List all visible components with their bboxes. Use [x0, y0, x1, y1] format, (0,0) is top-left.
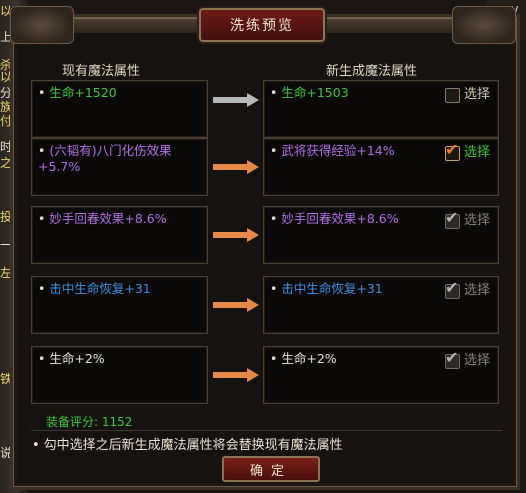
left-ornament-icon	[10, 6, 74, 44]
select-checkbox-group[interactable]: ✔ 选择	[444, 141, 490, 161]
select-checkbox: ✔	[444, 349, 460, 369]
equipment-score-label: 装备评分:	[46, 415, 99, 429]
current-attribute-panel: • 妙手回春效果+8.6%	[31, 206, 208, 264]
select-checkbox-group: ✔ 选择	[444, 209, 490, 229]
title-plate: 洗练预览	[199, 8, 325, 42]
select-label: 选择	[463, 213, 490, 228]
confirm-button[interactable]: 确定	[222, 456, 320, 482]
new-attribute-panel: • 生命+1503 选择	[263, 80, 499, 138]
current-attribute-panel: • 击中生命恢复+31	[31, 276, 208, 334]
current-attribute-panel: • 生命+2%	[31, 346, 208, 404]
replace-arrow-icon	[213, 160, 259, 174]
current-attribute-panel: • (六韬有)八门化伤效果+5.7%	[31, 138, 208, 196]
new-attribute-panel: • 武将获得经验+14% ✔ 选择	[263, 138, 499, 196]
replace-arrow-icon	[213, 298, 259, 312]
new-attribute-panel: • 击中生命恢复+31 ✔ 选择	[263, 276, 499, 334]
new-attribute-text: 武将获得经验+14%	[281, 143, 395, 158]
replace-arrow-icon	[213, 228, 259, 242]
current-attribute-text: 击中生命恢复+31	[49, 281, 151, 296]
replace-arrow-icon	[213, 368, 259, 382]
select-label: 选择	[463, 283, 490, 298]
new-attribute-panel: • 妙手回春效果+8.6% ✔ 选择	[263, 206, 499, 264]
select-checkbox[interactable]: ✔	[444, 141, 460, 161]
new-attribute-text: 生命+1503	[281, 85, 349, 100]
select-checkbox-group: ✔ 选择	[444, 349, 490, 369]
dialog-title: 洗练预览	[230, 18, 294, 34]
replace-arrow-icon	[213, 93, 259, 107]
right-ornament-icon	[452, 6, 516, 44]
new-attributes-header: 新生成魔法属性	[326, 64, 418, 79]
new-attribute-text: 击中生命恢复+31	[281, 281, 383, 296]
bullet: •	[38, 351, 46, 366]
current-attributes-header: 现有魔法属性	[62, 64, 141, 79]
equipment-score-value: 1152	[101, 415, 133, 429]
select-checkbox: ✔	[444, 209, 460, 229]
bullet: •	[38, 85, 46, 100]
bullet: •	[270, 85, 278, 100]
select-label: 选择	[463, 87, 490, 102]
select-checkbox[interactable]	[444, 87, 460, 103]
replace-note: • 勾中选择之后新生成魔法属性将会替换现有魔法属性	[32, 434, 343, 453]
replace-note-text: 勾中选择之后新生成魔法属性将会替换现有魔法属性	[43, 438, 343, 453]
select-label: 选择	[463, 353, 490, 368]
bullet: •	[270, 143, 278, 158]
equipment-score: 装备评分: 1152	[46, 413, 132, 430]
select-label: 选择	[463, 145, 490, 160]
dialog-title-bar: 洗练预览	[0, 0, 526, 46]
select-checkbox-group: ✔ 选择	[444, 279, 490, 299]
new-attribute-panel: • 生命+2% ✔ 选择	[263, 346, 499, 404]
current-attribute-text: 生命+1520	[49, 85, 117, 100]
checkmark-icon: ✔	[444, 347, 459, 367]
bullet: •	[38, 211, 46, 226]
checkmark-icon: ✔	[444, 207, 459, 227]
divider	[31, 430, 502, 431]
new-attribute-text: 生命+2%	[281, 351, 337, 366]
new-attribute-text: 妙手回春效果+8.6%	[281, 211, 399, 226]
checkmark-icon: ✔	[444, 139, 459, 159]
current-attribute-text: 妙手回春效果+8.6%	[49, 211, 167, 226]
current-attribute-panel: • 生命+1520	[31, 80, 208, 138]
bullet: •	[270, 211, 278, 226]
bullet: •	[38, 281, 46, 296]
select-checkbox: ✔	[444, 279, 460, 299]
note-bullet: •	[32, 438, 40, 453]
select-checkbox-group[interactable]: 选择	[444, 87, 490, 103]
checkmark-icon: ✔	[444, 277, 459, 297]
bullet: •	[270, 351, 278, 366]
current-attribute-text: 生命+2%	[49, 351, 105, 366]
current-attribute-text: (六韬有)八门化伤效果+5.7%	[38, 143, 172, 174]
bullet: •	[38, 143, 46, 158]
bullet: •	[270, 281, 278, 296]
